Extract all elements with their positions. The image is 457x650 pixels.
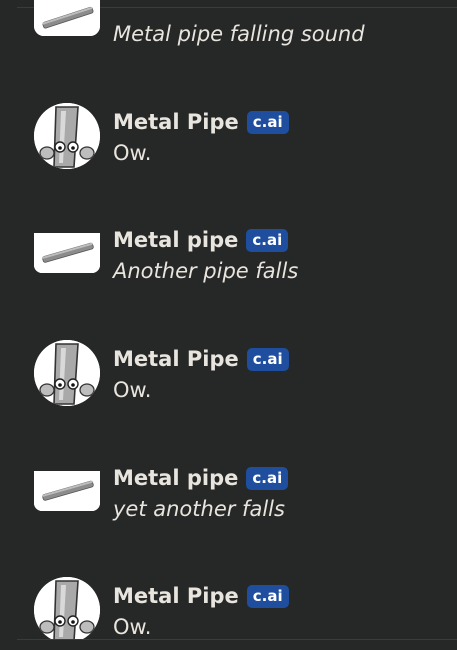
chat-message: Metal Pipe c.ai Ow. [0,103,457,193]
avatar[interactable] [34,233,100,273]
chat-message: Metal pipe c.ai Another pipe falls [0,221,457,311]
avatar[interactable] [34,0,100,36]
cai-badge: c.ai [246,347,289,371]
chat-message: Metal pipe c.ai yet another falls [0,459,457,549]
chat-message: Metal pipe falling sound [0,0,457,78]
chat-message: Metal Pipe c.ai Ow. [0,577,457,639]
sender-row: Metal pipe c.ai [113,226,289,254]
sender-row: Metal pipe c.ai [113,464,289,492]
avatar[interactable] [34,340,100,406]
sender-row: Metal Pipe c.ai [113,108,289,136]
chat-message: Metal Pipe c.ai Ow. [0,340,457,430]
sender-row: Metal Pipe c.ai [113,582,289,610]
cai-badge: c.ai [246,466,289,490]
metal-pipe-face-icon [34,577,100,639]
message-text: yet another falls [113,497,285,521]
sender-name: Metal Pipe [113,347,239,371]
message-text: Metal pipe falling sound [113,22,365,46]
metal-pipe-rod-icon [34,233,100,273]
message-text: Another pipe falls [113,259,299,283]
cai-badge: c.ai [246,584,289,608]
avatar[interactable] [34,577,100,639]
avatar[interactable] [34,471,100,511]
sender-name: Metal Pipe [113,110,239,134]
sender-name: Metal pipe [113,228,239,252]
metal-pipe-rod-icon [34,471,100,511]
metal-pipe-rod-icon [34,0,100,36]
cai-badge: c.ai [246,228,289,252]
sender-name: Metal Pipe [113,584,239,608]
avatar[interactable] [34,103,100,169]
sender-name: Metal pipe [113,466,239,490]
message-text: Ow. [113,378,152,402]
bottom-divider [17,639,457,640]
metal-pipe-face-icon [34,103,100,169]
message-text: Ow. [113,141,152,165]
message-text: Ow. [113,615,152,639]
cai-badge: c.ai [246,110,289,134]
metal-pipe-face-icon [34,340,100,406]
sender-row: Metal Pipe c.ai [113,345,289,373]
